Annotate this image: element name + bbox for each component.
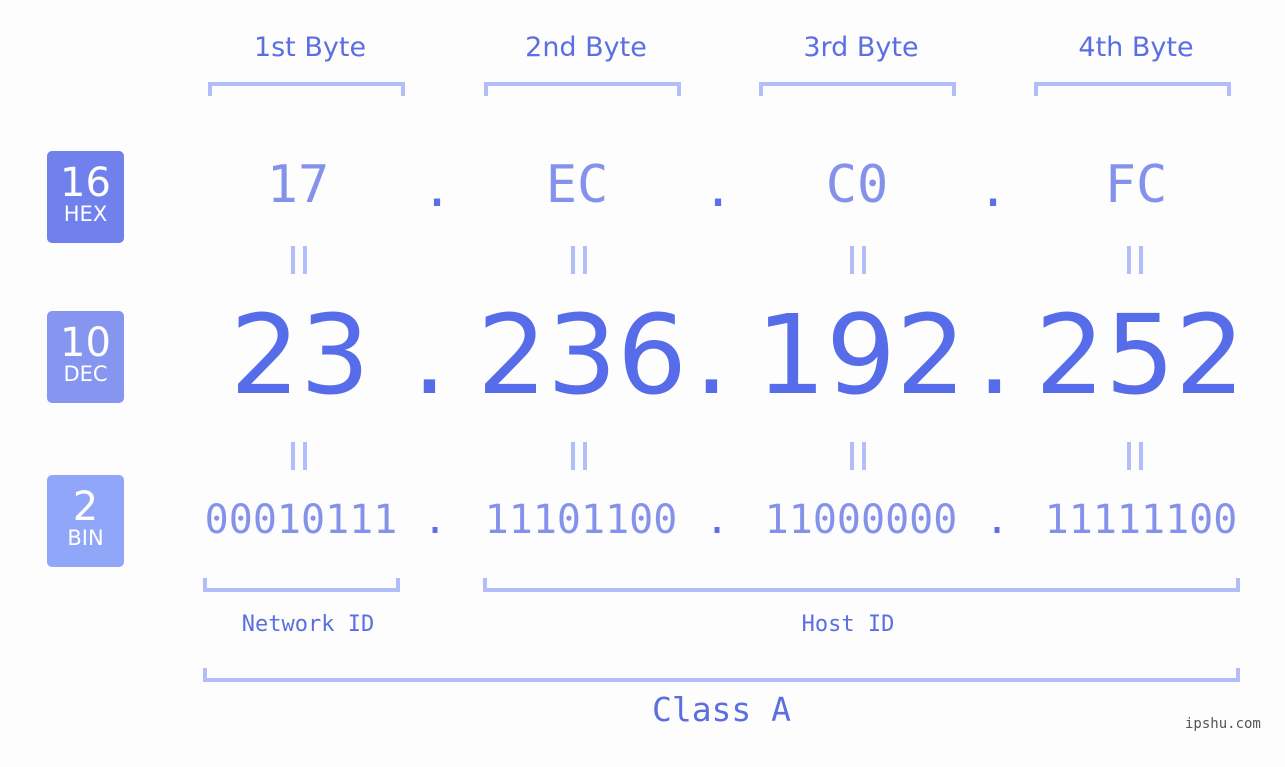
hex-byte-4: FC [1104, 155, 1168, 215]
bin-byte-2: 11101100 [484, 497, 678, 543]
hex-byte-1: 17 [266, 155, 330, 215]
byte-bracket-2 [484, 82, 681, 96]
class-bracket [203, 668, 1240, 682]
dec-base-label: DEC [63, 362, 108, 386]
byte-label-1: 1st Byte [253, 32, 367, 63]
network-id-label: Network ID [241, 612, 375, 637]
bin-byte-1: 00010111 [204, 497, 398, 543]
dec-byte-1: 23 [230, 291, 370, 419]
equals-icon [571, 442, 591, 470]
bin-separator: . [705, 497, 730, 543]
dec-separator: . [977, 291, 1012, 419]
equals-icon [1127, 246, 1147, 274]
dec-base-number: 10 [60, 320, 111, 366]
dec-byte-2: 236 [477, 291, 687, 419]
bin-base-badge: 2 BIN [47, 475, 124, 567]
byte-bracket-4 [1034, 82, 1231, 96]
equals-icon [291, 246, 311, 274]
dec-byte-3: 192 [756, 291, 966, 419]
network-id-bracket [203, 578, 400, 592]
hex-separator: . [978, 160, 1009, 218]
host-id-bracket [483, 578, 1240, 592]
dec-separator: . [412, 291, 447, 419]
byte-bracket-1 [208, 82, 405, 96]
bin-separator: . [423, 497, 448, 543]
equals-icon [850, 442, 870, 470]
equals-icon [571, 246, 591, 274]
hex-base-badge: 16 HEX [47, 151, 124, 243]
bin-byte-4: 11111100 [1044, 497, 1238, 543]
bin-base-label: BIN [67, 526, 104, 550]
dec-byte-4: 252 [1035, 291, 1245, 419]
equals-icon [291, 442, 311, 470]
hex-base-label: HEX [63, 202, 108, 226]
host-id-label: Host ID [801, 612, 895, 637]
hex-base-number: 16 [60, 160, 111, 206]
hex-separator: . [422, 160, 453, 218]
equals-icon [850, 246, 870, 274]
bin-separator: . [985, 497, 1010, 543]
equals-icon [1127, 442, 1147, 470]
byte-label-3: 3rd Byte [803, 32, 919, 63]
watermark: ipshu.com [1185, 716, 1261, 732]
hex-byte-2: EC [545, 155, 609, 215]
dec-base-badge: 10 DEC [47, 311, 124, 403]
hex-separator: . [703, 160, 734, 218]
byte-label-2: 2nd Byte [525, 32, 647, 63]
byte-bracket-3 [759, 82, 956, 96]
bin-byte-3: 11000000 [764, 497, 958, 543]
hex-byte-3: C0 [825, 155, 889, 215]
dec-separator: . [694, 291, 729, 419]
byte-label-4: 4th Byte [1078, 32, 1194, 63]
bin-base-number: 2 [72, 484, 99, 530]
class-label: Class A [651, 690, 792, 729]
